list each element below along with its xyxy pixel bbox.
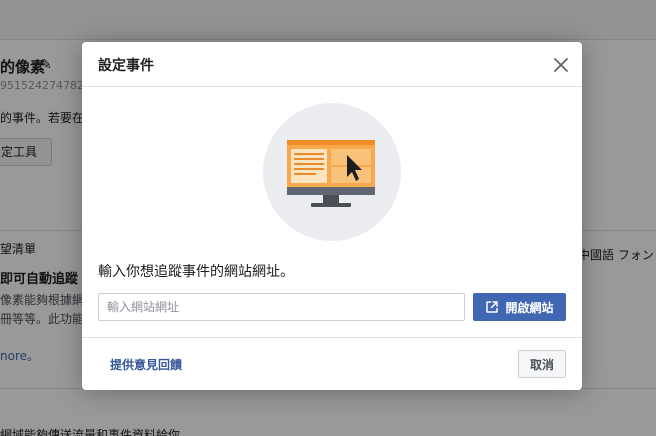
dialog-header: 設定事件: [82, 42, 582, 87]
monitor-icon: [287, 140, 375, 207]
open-website-label: 開啟網站: [505, 300, 554, 315]
dialog-footer: 提供意見回饋 取消: [82, 337, 582, 390]
dialog-title: 設定事件: [98, 58, 154, 74]
external-link-icon: [485, 300, 499, 314]
website-url-input[interactable]: [98, 293, 465, 321]
close-button[interactable]: [550, 54, 572, 76]
monitor-illustration: [263, 103, 401, 241]
open-website-button[interactable]: 開啟網站: [473, 293, 566, 321]
close-icon: [554, 58, 568, 72]
cancel-button[interactable]: 取消: [518, 350, 566, 378]
url-prompt: 輸入你想追蹤事件的網站網址。: [98, 264, 294, 280]
give-feedback-link[interactable]: 提供意見回饋: [110, 356, 182, 373]
setup-events-dialog: 設定事件 輸入你想追蹤事件的網站網址。 輸入網站網址 開啟網站 提供意見回饋 取…: [82, 42, 582, 390]
